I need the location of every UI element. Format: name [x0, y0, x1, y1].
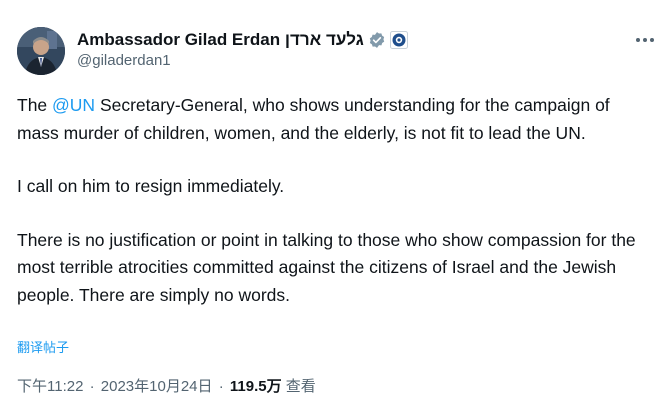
tweet-paragraph-2: I call on him to resign immediately. [17, 176, 285, 196]
post-time[interactable]: 下午11:22 [17, 378, 83, 395]
government-emblem-icon[interactable] [389, 31, 408, 49]
tweet-paragraph-1: The @UN Secretary-General, who shows und… [17, 92, 647, 147]
tweet-text: The @UN Secretary-General, who shows und… [17, 92, 647, 309]
meta-separator: · [218, 378, 224, 395]
views-count: 119.5万 [229, 378, 282, 395]
tweet-text-segment: Secretary-General, who shows understandi… [17, 95, 610, 143]
meta-separator: · [89, 378, 95, 395]
author-name-row: Ambassador Gilad Erdan גלעד ארדן [77, 29, 408, 51]
tweet-paragraph-3: There is no justification or point in ta… [17, 229, 636, 305]
more-options-icon[interactable] [630, 30, 660, 50]
translate-post-link[interactable]: 翻译帖子 [17, 337, 69, 356]
views-label[interactable]: 查看 [286, 378, 316, 395]
author-handle[interactable]: @giladerdan1 [77, 52, 171, 69]
author-display-name[interactable]: Ambassador Gilad Erdan גלעד ארדן [77, 30, 364, 50]
tweet-metadata: 下午11:22 · 2023年10月24日 · 119.5万 查看 [17, 375, 316, 396]
tweet-text-segment: The [17, 95, 53, 115]
mention-link[interactable]: @UN [52, 95, 95, 115]
verified-gray-check-icon[interactable] [368, 31, 386, 49]
post-date[interactable]: 2023年10月24日 [101, 378, 213, 395]
avatar[interactable] [17, 27, 65, 75]
